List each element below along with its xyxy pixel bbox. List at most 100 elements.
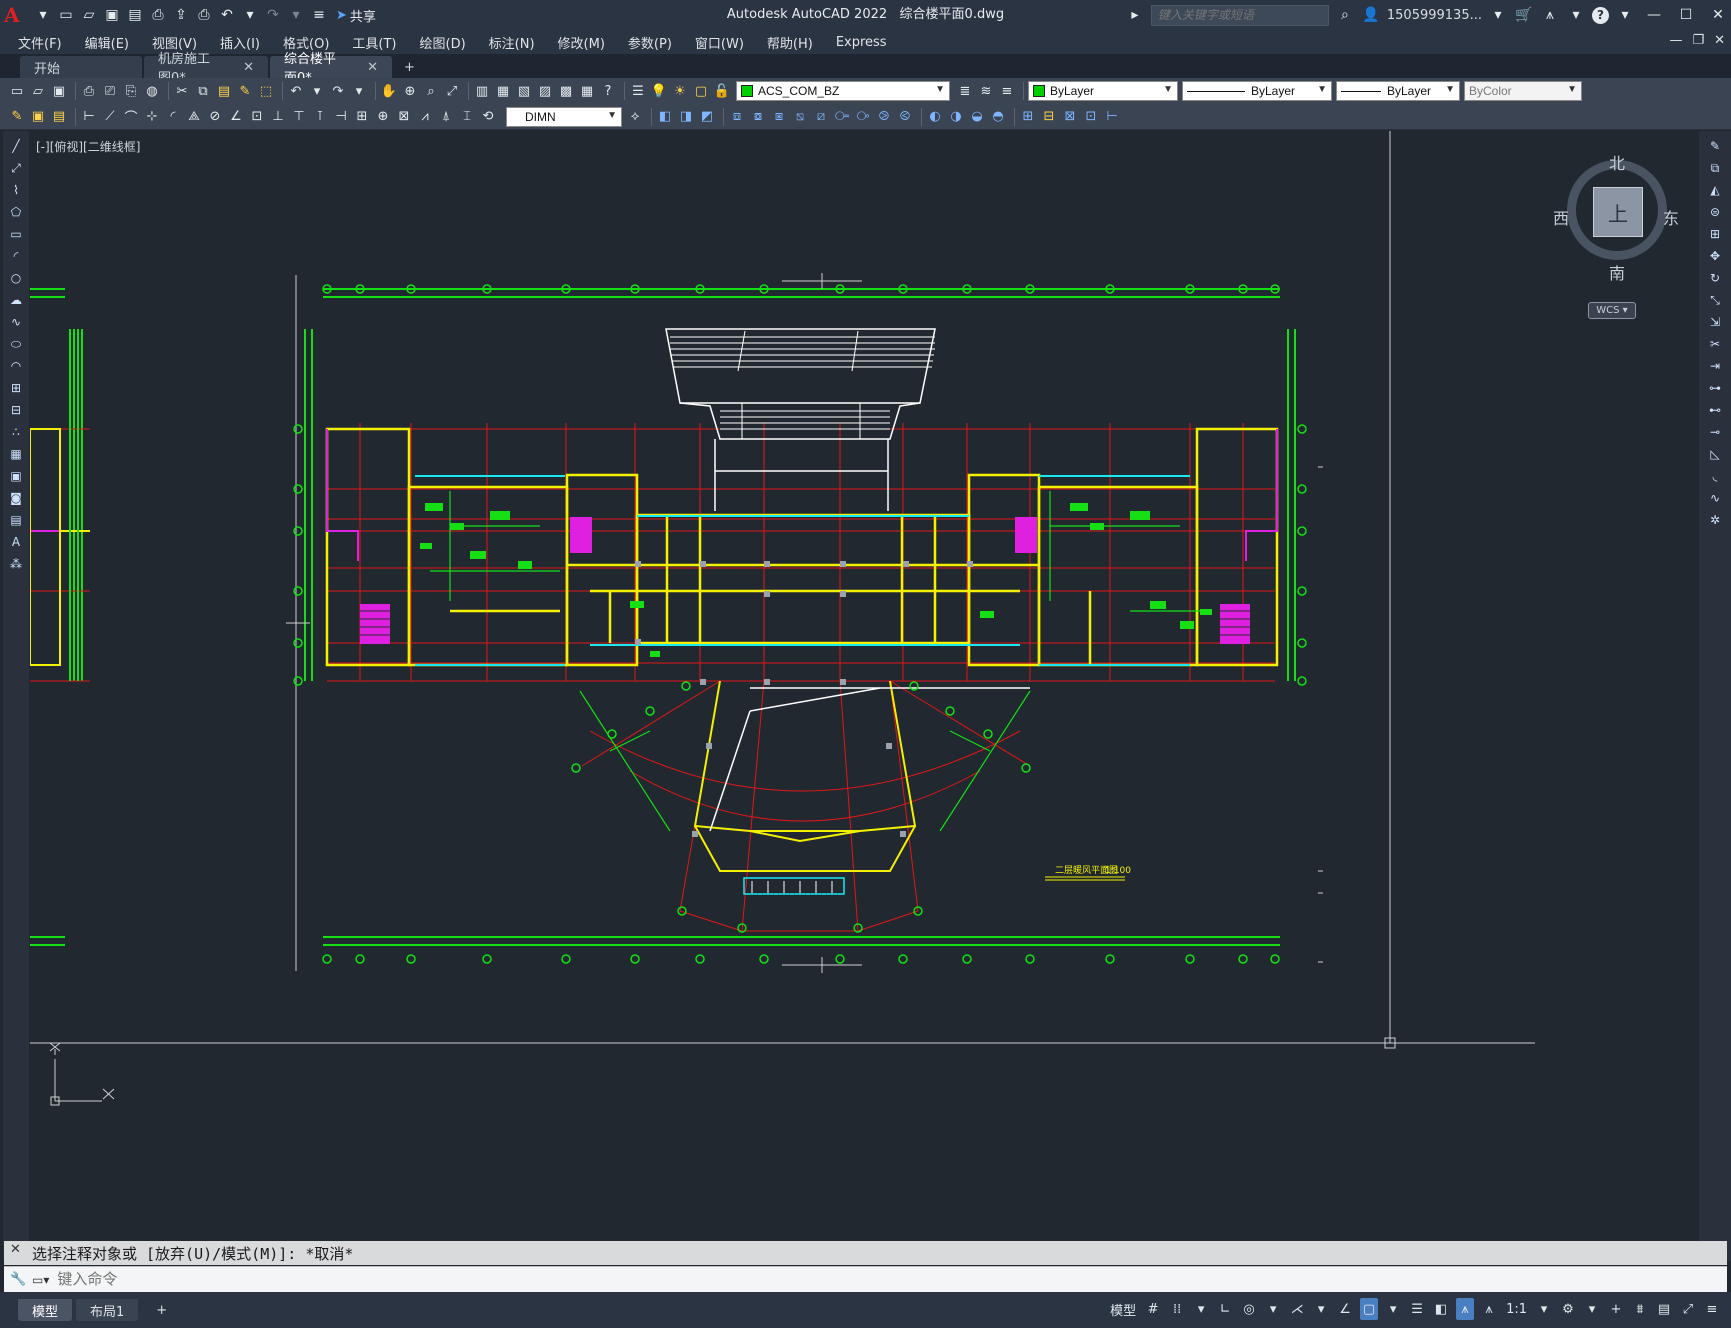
zoom-previous-icon[interactable]: ⤢ <box>443 82 461 100</box>
color-dropdown[interactable]: ByLayer ▼ <box>1028 81 1178 101</box>
constraint-icon[interactable]: ⧃ <box>833 108 851 126</box>
attach-icon[interactable]: ⊟ <box>1040 108 1058 126</box>
model-space-button[interactable]: 模型 <box>1108 1298 1138 1320</box>
quick-dimension-icon[interactable]: ⊡ <box>248 108 266 126</box>
insert-block-icon[interactable]: ⊞ <box>1019 108 1037 126</box>
tolerance-icon[interactable]: ⊞ <box>353 108 371 126</box>
help-dropdown-icon[interactable]: ▾ <box>1615 5 1635 25</box>
continue-dimension-icon[interactable]: ⊤ <box>290 108 308 126</box>
baseline-dimension-icon[interactable]: ⊥ <box>269 108 287 126</box>
linear-dimension-icon[interactable]: ⊢ <box>80 108 98 126</box>
layout-tab-model[interactable]: 模型 <box>18 1299 73 1321</box>
render-icon[interactable]: ◑ <box>947 108 965 126</box>
viewcube-top-face[interactable]: 上 <box>1593 187 1643 237</box>
snap-icon[interactable]: ⁞⁞ <box>1168 1298 1186 1320</box>
new-tab-button[interactable]: + <box>394 56 425 78</box>
block-editor-icon[interactable]: ⬚ <box>257 82 275 100</box>
ole-icon[interactable]: ⊢ <box>1103 108 1121 126</box>
dimension-update-icon[interactable]: ⟲ <box>479 108 497 126</box>
extend-icon[interactable]: ⇥ <box>1706 357 1724 375</box>
mirror-icon[interactable]: ◭ <box>1706 181 1724 199</box>
menu-edit[interactable]: 编辑(E) <box>85 33 129 52</box>
workspace-dropdown-icon[interactable]: ▾ <box>1583 1298 1601 1320</box>
image-icon[interactable]: ⊡ <box>1082 108 1100 126</box>
save-icon[interactable]: ▣ <box>102 5 122 25</box>
diameter-dimension-icon[interactable]: ⊘ <box>206 108 224 126</box>
dimension-break-icon[interactable]: ⊣ <box>332 108 350 126</box>
paste-icon[interactable]: ▤ <box>215 82 233 100</box>
offset-icon[interactable]: ⊜ <box>1706 203 1724 221</box>
menu-window[interactable]: 窗口(W) <box>695 33 744 52</box>
draworder-back-icon[interactable]: ◨ <box>677 108 695 126</box>
layout-tab-layout1[interactable]: 布局1 <box>76 1299 139 1321</box>
menu-parametric[interactable]: 参数(P) <box>628 33 672 52</box>
light-icon[interactable]: ◓ <box>989 108 1007 126</box>
move-icon[interactable]: ✥ <box>1706 247 1724 265</box>
share-button[interactable]: ➤ 共享 <box>336 6 376 25</box>
orbit-icon[interactable]: ◐ <box>926 108 944 126</box>
dimension-edit-icon[interactable]: ⍋ <box>437 108 455 126</box>
design-center-icon[interactable]: ▦ <box>494 82 512 100</box>
chamfer-icon[interactable]: ◺ <box>1706 445 1724 463</box>
table-icon[interactable]: ▤ <box>7 511 25 529</box>
view-icon[interactable]: ⧀ <box>896 108 914 126</box>
redo-icon[interactable]: ↷ <box>263 5 283 25</box>
open-file-icon[interactable]: ▱ <box>79 5 99 25</box>
open-web-icon[interactable]: ⎙ <box>148 5 168 25</box>
compass-north[interactable]: 北 <box>1609 150 1625 174</box>
plotstyle-dropdown[interactable]: ByColor ▼ <box>1464 81 1582 101</box>
dimstyle-dropdown[interactable]: DIMN ▼ <box>506 106 622 127</box>
copy-icon[interactable]: ⧉ <box>194 82 212 100</box>
circle-icon[interactable]: ○ <box>7 269 25 287</box>
draworder-front-icon[interactable]: ◧ <box>656 108 674 126</box>
ellipse-arc-icon[interactable]: ◠ <box>7 357 25 375</box>
user-name[interactable]: 1505999135... <box>1387 8 1482 23</box>
plot-icon[interactable]: ⎙ <box>194 5 214 25</box>
close-command-line-icon[interactable]: ✕ <box>10 1242 21 1257</box>
zoom-realtime-icon[interactable]: ⊕ <box>401 82 419 100</box>
object-snap-icon[interactable]: ▢ <box>1360 1298 1379 1320</box>
redo-icon[interactable]: ↷ <box>329 82 347 100</box>
inspection-icon[interactable]: ⊠ <box>395 108 413 126</box>
match-properties-icon[interactable]: ✎ <box>236 82 254 100</box>
annotation-scale[interactable]: 1:1 <box>1504 1298 1529 1320</box>
workspace-icon[interactable]: ✎ <box>8 108 26 126</box>
undo-dropdown-icon[interactable]: ▾ <box>240 5 260 25</box>
add-layout-button[interactable]: + <box>142 1299 181 1321</box>
user-icon[interactable]: 👤 <box>1361 5 1381 25</box>
tab-complex-building[interactable]: 综合楼平面0*✕ <box>270 52 392 86</box>
parametric-icon[interactable]: ⧄ <box>812 108 830 126</box>
tab-machine-room[interactable]: 机房施工图0*✕ <box>144 52 268 86</box>
redo-dropdown-icon[interactable]: ▾ <box>350 82 368 100</box>
compass-south[interactable]: 南 <box>1609 260 1625 284</box>
save-web-icon[interactable]: ⇪ <box>171 5 191 25</box>
polyline-icon[interactable]: ⌇ <box>7 181 25 199</box>
group-icon[interactable]: ⧈ <box>728 108 746 126</box>
cart-icon[interactable]: 🛒 <box>1514 5 1534 25</box>
redo-dropdown-icon[interactable]: ▾ <box>286 5 306 25</box>
line-icon[interactable]: ╱ <box>7 137 25 155</box>
layer-dropdown[interactable]: ACS_COM_BZ ▼ <box>736 81 950 101</box>
center-mark-icon[interactable]: ⊕ <box>374 108 392 126</box>
units-icon[interactable]: ⩩ <box>1631 1298 1649 1320</box>
array-icon[interactable]: ⊞ <box>1706 225 1724 243</box>
viewport-controls-label[interactable]: [-][俯视][二维线框] <box>36 138 140 155</box>
calculator-icon[interactable]: ▦ <box>578 82 596 100</box>
menu-draw[interactable]: 绘图(D) <box>420 33 466 52</box>
compass-west[interactable]: 西 <box>1553 205 1569 229</box>
cut-icon[interactable]: ✂ <box>173 82 191 100</box>
rectangle-icon[interactable]: ▭ <box>7 225 25 243</box>
layer-viewport-icon[interactable]: ▢ <box>692 82 710 100</box>
jogged-dimension-icon[interactable]: ⟁ <box>185 108 203 126</box>
jogged-linear-icon[interactable]: ⩘ <box>416 108 434 126</box>
copy-icon[interactable]: ⧉ <box>1706 159 1724 177</box>
spline-icon[interactable]: ∿ <box>7 313 25 331</box>
break-at-point-icon[interactable]: ⊶ <box>1706 379 1724 397</box>
close-icon[interactable]: ✕ <box>1705 7 1731 23</box>
snap-dropdown-icon[interactable]: ▾ <box>1192 1298 1210 1320</box>
user-dropdown-icon[interactable]: ▾ <box>1488 5 1508 25</box>
plot-icon[interactable]: ⎙ <box>80 82 98 100</box>
markup-icon[interactable]: ▩ <box>557 82 575 100</box>
a360-dropdown-icon[interactable]: ▾ <box>1566 5 1586 25</box>
ungroup-icon[interactable]: ⧇ <box>749 108 767 126</box>
